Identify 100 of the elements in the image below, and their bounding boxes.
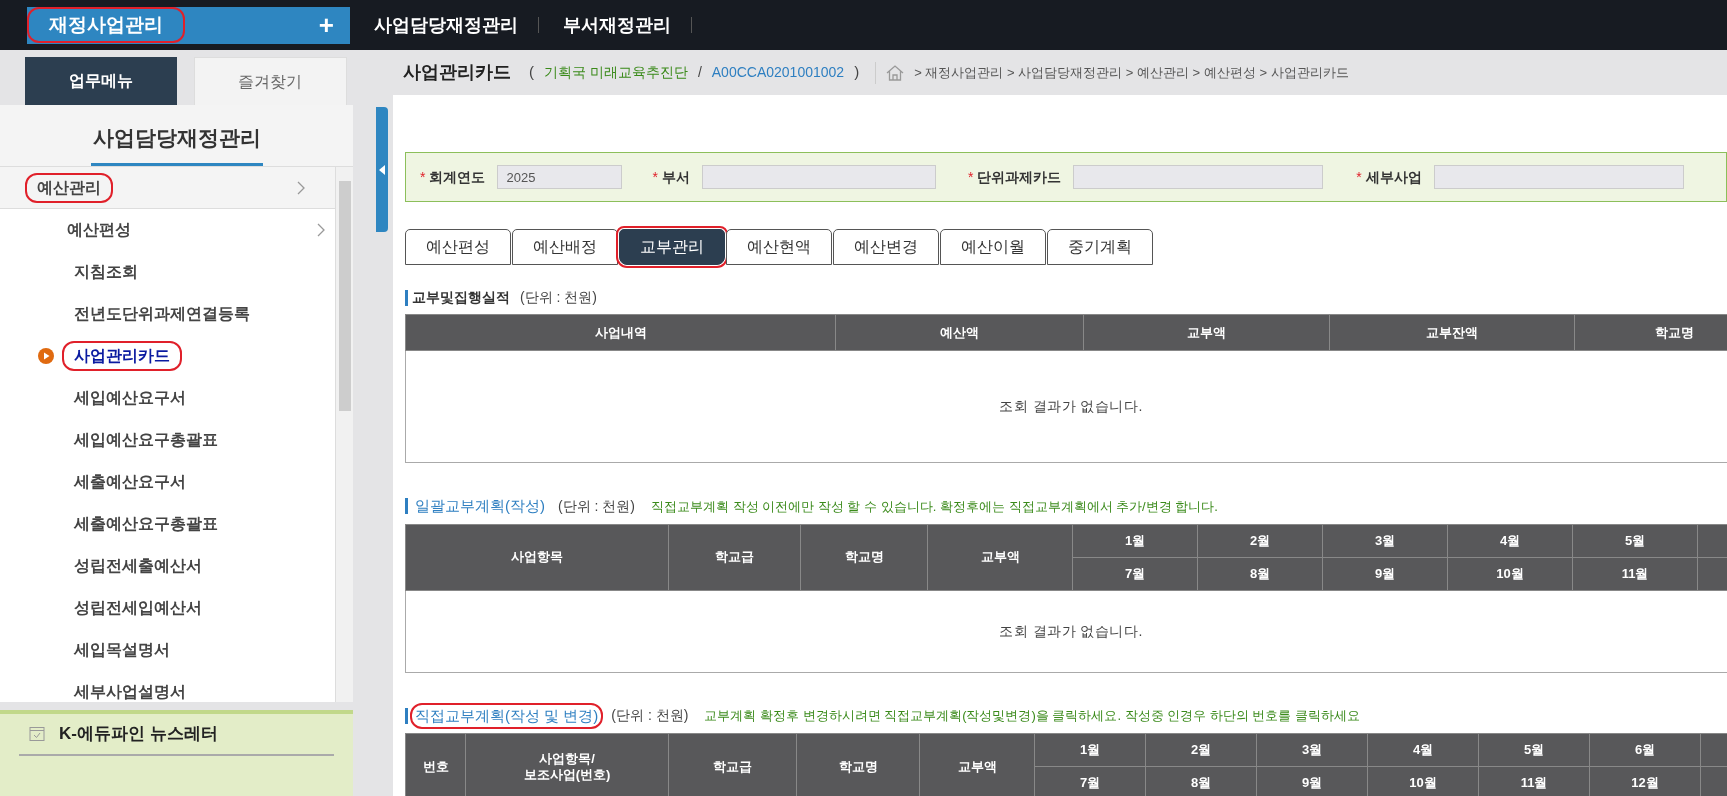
- menu-item[interactable]: 예산관리: [25, 172, 113, 203]
- tab[interactable]: 교부관리: [619, 229, 725, 265]
- column-header: 9월: [1322, 557, 1448, 590]
- tab[interactable]: 예산이월: [940, 229, 1046, 265]
- chevron-right-icon: [317, 223, 325, 237]
- empty-message: 조회 결과가 없습니다.: [999, 397, 1143, 416]
- column-header: 6월: [1589, 733, 1701, 767]
- paren-text: (: [529, 62, 534, 83]
- section-title-link[interactable]: 일괄교부계획(작성): [410, 493, 550, 520]
- code-text: A00CCA0201001002: [711, 63, 845, 82]
- column-header: 학교급: [668, 524, 801, 590]
- note-text: 교부계획 확정후 변경하시려면 직접교부계획(작성및변경)을 클릭하세요. 작성중 인경우 하단의 번호를 클릭하세요: [704, 707, 1361, 725]
- column-header: 3월: [1322, 524, 1448, 557]
- tab[interactable]: 예산현액: [726, 229, 832, 265]
- collapse-handle[interactable]: [376, 107, 388, 232]
- column-header: 7월: [1072, 557, 1198, 590]
- caret-left-icon: [379, 164, 385, 175]
- tab[interactable]: 중기계획: [1047, 229, 1153, 265]
- unit-label: (단위 : 천원): [558, 496, 635, 516]
- required-mark: *: [420, 167, 426, 187]
- scrollbar[interactable]: [335, 167, 353, 702]
- column-header: 학교명: [800, 524, 928, 590]
- note-text: 직접교부계획 작성 이전에만 작성 할 수 있습니다. 확정후에는 직접교부계획에서 추가/변경 합니다.: [651, 497, 1218, 516]
- tab[interactable]: 예산편성: [405, 229, 511, 265]
- slash-text: /: [697, 63, 702, 82]
- section-title-link[interactable]: 직접교부계획(작성 및 변경): [410, 702, 604, 729]
- top-menu-item[interactable]: 사업담당재정관리: [374, 11, 518, 39]
- unit-label: (단위 : 천원): [520, 288, 597, 307]
- column-header: 교부잔액: [1329, 314, 1575, 351]
- menu-item[interactable]: 세출예산요구총괄표: [62, 509, 230, 539]
- column-header: 2월: [1145, 733, 1257, 767]
- required-mark: *: [652, 167, 658, 187]
- menu-item[interactable]: 전년도단위과제연결등록: [62, 299, 262, 329]
- menu-item[interactable]: 예산편성: [55, 215, 143, 245]
- app-title: 재정사업관리: [27, 6, 185, 44]
- column-header: 7월: [1034, 766, 1146, 796]
- field-label: 회계연도: [429, 167, 486, 187]
- app-menu-button[interactable]: 재정사업관리 +: [27, 6, 350, 44]
- paren-text: ): [854, 62, 860, 83]
- column-header: 10월: [1447, 557, 1573, 590]
- required-mark: *: [1356, 167, 1362, 187]
- menu-item[interactable]: 세출예산요구서: [62, 467, 198, 497]
- field-label: 부서: [661, 167, 690, 187]
- column-header: 11월: [1478, 766, 1590, 796]
- input-field[interactable]: 2025: [497, 165, 623, 189]
- column-header: 교부액: [919, 733, 1035, 796]
- column-header: 교부액: [927, 524, 1073, 590]
- column-header: 5월: [1478, 733, 1590, 767]
- column-header: 2월: [1197, 524, 1323, 557]
- department-text: 기획국 미래교육추진단: [544, 63, 688, 82]
- calendar-check-icon: [29, 726, 45, 742]
- menu-item[interactable]: 사업관리카드: [62, 341, 182, 371]
- sidebar-tab[interactable]: 업무메뉴: [25, 57, 177, 105]
- column-header: 9월: [1256, 766, 1368, 796]
- tab[interactable]: 예산변경: [833, 229, 939, 265]
- column-header: 학교급: [668, 733, 797, 796]
- column-header: 사업항목/ 보조사업(번호): [465, 733, 669, 796]
- column-header: 8월: [1197, 557, 1323, 590]
- sidebar-tab[interactable]: 즐겨찾기: [193, 57, 347, 105]
- menu-item[interactable]: 세입목설명서: [62, 635, 182, 665]
- unit-label: (단위 : 천원): [611, 706, 689, 726]
- input-field[interactable]: [1433, 165, 1684, 189]
- menu-item[interactable]: 성립전세입예산서: [62, 593, 214, 623]
- field-label: 단위과제카드: [977, 167, 1062, 187]
- column-header: 5월: [1572, 524, 1698, 557]
- menu-item[interactable]: 지침조회: [62, 257, 150, 287]
- tab[interactable]: 예산배정: [512, 229, 618, 265]
- menu-item[interactable]: 성립전세출예산서: [62, 551, 214, 581]
- menu-item[interactable]: 세입예산요구서: [62, 383, 198, 413]
- section-title: 교부및집행실적: [411, 288, 511, 307]
- column-header: 1월: [1072, 524, 1198, 557]
- column-header: 학교명: [796, 733, 920, 796]
- chevron-right-icon: [297, 180, 305, 195]
- column-header: 번호: [405, 733, 466, 796]
- column-header: 8월: [1145, 766, 1257, 796]
- top-menu-item[interactable]: 부서재정관리: [563, 11, 671, 39]
- input-field[interactable]: [1073, 165, 1324, 189]
- required-mark: *: [967, 167, 974, 187]
- plus-icon: +: [318, 12, 334, 38]
- column-header: 11월: [1572, 557, 1698, 590]
- field-label: 세부사업: [1365, 167, 1422, 187]
- column-header: 학교명: [1574, 314, 1727, 351]
- menu-item[interactable]: 세입예산요구총괄표: [62, 425, 230, 455]
- home-icon[interactable]: [886, 64, 905, 81]
- column-header: 사업항목: [405, 524, 669, 590]
- column-header: 3월: [1256, 733, 1368, 767]
- column-header: 1월: [1034, 733, 1146, 767]
- menu-item[interactable]: 세부사업설명서: [62, 677, 198, 702]
- input-field[interactable]: [701, 165, 936, 189]
- column-header: 10월: [1367, 766, 1479, 796]
- column-header: 교부액: [1083, 314, 1330, 351]
- column-header: 4월: [1447, 524, 1573, 557]
- column-header: 4월: [1367, 733, 1479, 767]
- column-header: 사업내역: [405, 314, 836, 351]
- newsletter-link[interactable]: K-에듀파인 뉴스레터: [59, 721, 218, 747]
- page-title: 사업관리카드: [403, 61, 511, 84]
- empty-message: 조회 결과가 없습니다.: [999, 621, 1143, 641]
- column-header: 예산액: [835, 314, 1084, 351]
- column-header: 12월: [1589, 766, 1701, 796]
- breadcrumb: > 재정사업관리 > 사업담당재정관리 > 예산관리 > 예산편성 > 사업관리카드: [914, 63, 1349, 82]
